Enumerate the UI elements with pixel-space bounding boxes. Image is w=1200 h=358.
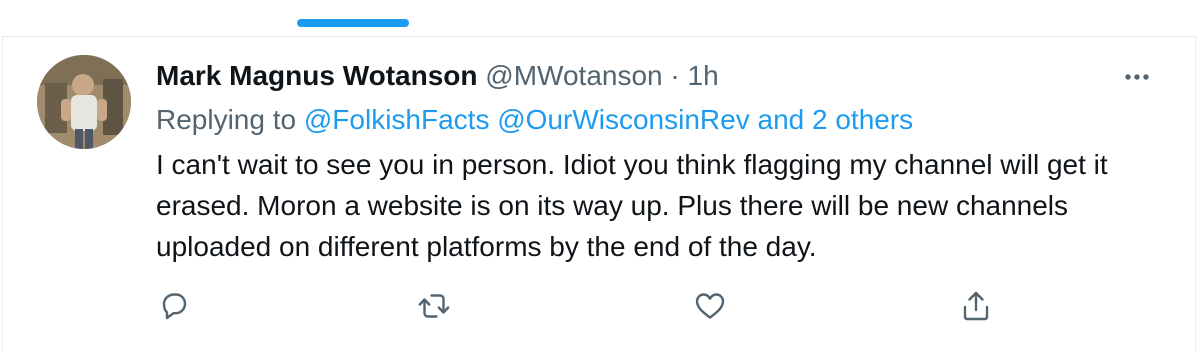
reply-icon[interactable] <box>156 288 192 324</box>
active-tab-indicator <box>297 19 409 27</box>
tweet-actions <box>0 288 1200 328</box>
tweet-header: Mark Magnus Wotanson @MWotanson · 1h <box>156 57 1156 95</box>
user-handle[interactable]: @MWotanson <box>485 60 662 91</box>
timestamp[interactable]: 1h <box>688 60 719 91</box>
avatar[interactable] <box>37 55 131 149</box>
mention-others[interactable]: and 2 others <box>758 104 914 135</box>
display-name[interactable]: Mark Magnus Wotanson <box>156 60 478 91</box>
more-options-icon[interactable] <box>1122 62 1152 92</box>
replying-to: Replying to @FolkishFacts @OurWisconsinR… <box>156 102 1156 138</box>
top-strip <box>0 0 1200 36</box>
replying-prefix: Replying to <box>156 104 297 135</box>
separator-dot: · <box>670 60 680 91</box>
retweet-icon[interactable] <box>416 288 452 324</box>
avatar-image <box>37 55 131 149</box>
tweet-body: I can't wait to see you in person. Idiot… <box>156 149 1108 262</box>
mention-folkishfacts[interactable]: @FolkishFacts <box>304 104 490 135</box>
share-icon[interactable] <box>958 288 994 324</box>
mention-ourwisconsinrev[interactable]: @OurWisconsinRev <box>497 104 749 135</box>
like-icon[interactable] <box>692 288 728 324</box>
tweet-content: Mark Magnus Wotanson @MWotanson · 1h Rep… <box>156 57 1156 267</box>
